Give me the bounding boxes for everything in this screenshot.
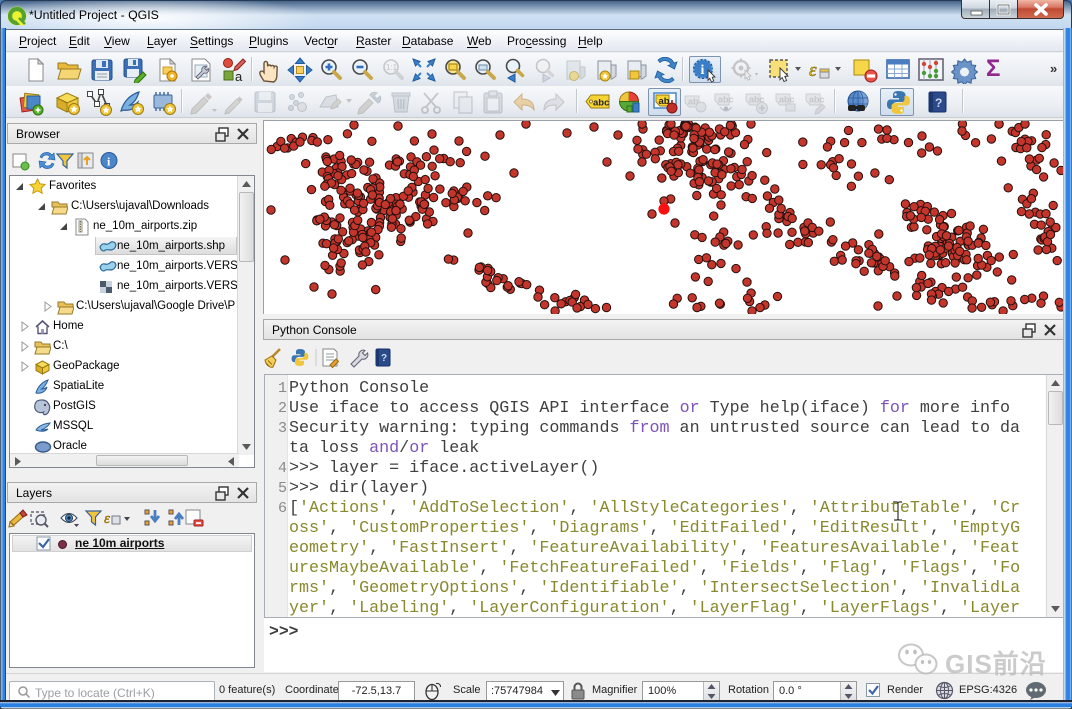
svg-text:abc: abc bbox=[593, 98, 609, 109]
svg-text:abc: abc bbox=[809, 95, 825, 105]
svg-text:1:1: 1:1 bbox=[386, 63, 398, 72]
svg-text:?: ? bbox=[381, 353, 387, 364]
svg-text:abc: abc bbox=[779, 95, 795, 105]
svg-text:ε: ε bbox=[104, 511, 110, 527]
svg-text:?: ? bbox=[935, 96, 942, 110]
svg-text:a: a bbox=[235, 69, 243, 83]
svg-text:ε: ε bbox=[809, 60, 817, 81]
svg-text:i: i bbox=[701, 63, 705, 78]
svg-text:abc: abc bbox=[718, 95, 734, 105]
